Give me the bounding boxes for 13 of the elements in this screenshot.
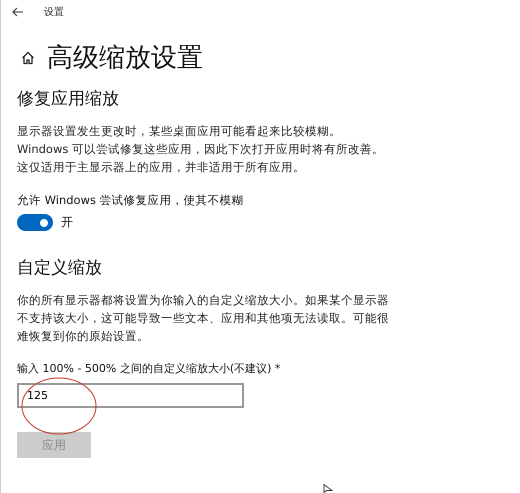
toggle-label: 允许 Windows 尝试修复应用，使其不模糊 [17,192,245,208]
description-text: 你的所有显示器都将设置为你输入的自定义缩放大小。如果某个显示器不支持该大小，这可能导致一些文本、应用和其他项无法读取。可能很难恢复到你的原始设置。 [17,292,389,345]
description-text: 显示器设置发生更改时，某些桌面应用可能看起来比较模糊。Windows 可以尝试修复这些应用，因此下次打开应用时将有所改善。这仅适用于主显示器上的应用，并非适用于所有应用。 [17,123,385,176]
section-heading: 修复应用缩放 [17,88,120,110]
home-icon[interactable] [21,51,35,65]
field-label: 输入 100% - 500% 之间的自定义缩放大小(不建议) * [17,361,282,377]
back-icon[interactable] [12,7,24,17]
page-title: 高级缩放设置 [47,42,203,74]
section-heading: 自定义缩放 [17,257,103,279]
toggle-state: 开 [61,214,73,231]
toggle-switch[interactable] [17,214,53,231]
window-title: 设置 [44,6,64,19]
scale-input-field[interactable]: 125 [17,383,244,408]
